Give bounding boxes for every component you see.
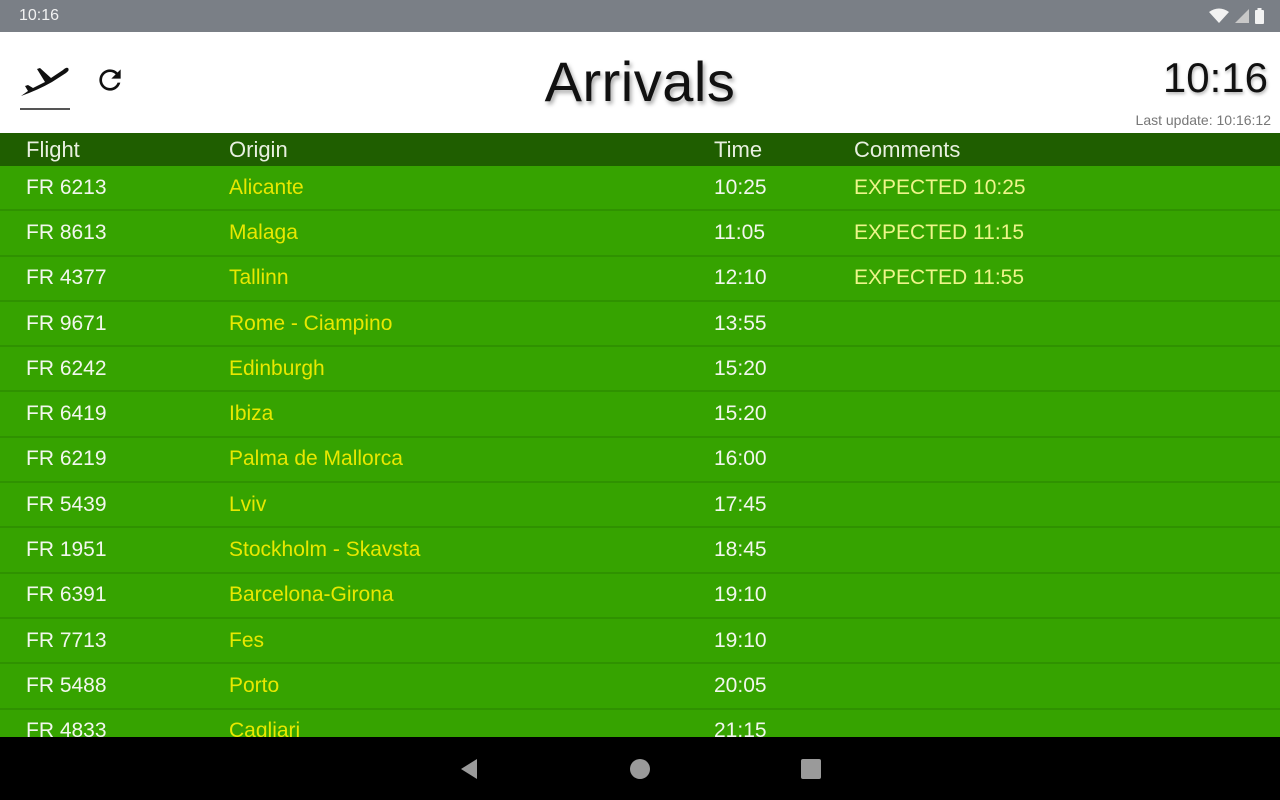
home-icon [630,758,650,779]
comments-cell: EXPECTED 11:15 [854,220,1025,244]
table-row[interactable]: FR 6391 Barcelona-Girona 19:10 [0,574,1280,619]
origin-cell: Palma de Mallorca [229,447,403,471]
column-header-comments: Comments [854,136,961,162]
time-cell: 20:05 [714,673,767,697]
flight-cell: FR 9671 [26,311,107,335]
back-button[interactable] [384,737,555,800]
table-row[interactable]: FR 6242 Edinburgh 15:20 [0,347,1280,393]
comments-cell: EXPECTED 10:25 [854,175,1026,199]
flight-cell: FR 4833 [26,719,107,737]
table-row[interactable]: FR 6213 Alicante 10:25 EXPECTED 10:25 [0,166,1280,212]
time-cell: 19:10 [714,583,767,607]
app-header: Arrivals 10:16 Last update: 10:16:12 [0,32,1280,133]
table-row[interactable]: FR 4377 Tallinn 12:10 EXPECTED 11:55 [0,257,1280,302]
recents-button[interactable] [726,737,897,800]
time-cell: 16:00 [714,447,767,471]
flight-cell: FR 6219 [26,447,107,471]
cell-signal-icon [1235,9,1249,23]
table-header: Flight Origin Time Comments [0,133,1280,166]
time-cell: 18:45 [714,538,767,562]
page-title: Arrivals [544,50,736,113]
flight-cell: FR 6242 [26,356,107,380]
navigation-bar [0,737,1280,800]
table-row[interactable]: FR 6219 Palma de Mallorca 16:00 [0,438,1280,484]
time-cell: 11:05 [714,220,765,244]
status-bar: 10:16 [0,0,1280,32]
table-row[interactable]: FR 7713 Fes 19:10 [0,619,1280,665]
flight-cell: FR 6213 [26,175,107,199]
clock: 10:16 [1162,54,1268,101]
column-header-time: Time [714,136,763,162]
time-cell: 21:15 [714,719,767,737]
flight-cell: FR 1951 [26,538,107,562]
table-row[interactable]: FR 9671 Rome - Ciampino 13:55 [0,302,1280,348]
arrivals-table[interactable]: Flight Origin Time Comments FR 6213 Alica… [0,133,1280,737]
flight-cell: FR 6391 [26,583,107,607]
origin-cell: Alicante [229,175,304,199]
flight-cell: FR 5488 [26,673,107,697]
recents-icon [801,758,821,779]
flight-cell: FR 4377 [26,266,107,290]
table-row[interactable]: FR 5439 Lviv 17:45 [0,483,1280,529]
origin-cell: Porto [229,673,280,697]
origin-cell: Tallinn [229,266,289,290]
origin-cell: Stockholm - Skavsta [229,538,421,562]
time-cell: 13:55 [714,311,767,335]
time-cell: 10:25 [714,175,767,199]
last-update: Last update: 10:16:12 [1135,112,1271,128]
origin-cell: Edinburgh [229,356,325,380]
origin-cell: Cagliari [229,719,301,737]
flight-cell: FR 7713 [26,628,107,652]
table-row[interactable]: FR 5488 Porto 20:05 [0,664,1280,710]
time-cell: 15:20 [714,356,767,380]
origin-cell: Barcelona-Girona [229,583,394,607]
flight-cell: FR 8613 [26,220,107,244]
wifi-icon [1209,8,1229,23]
flight-cell: FR 5439 [26,492,107,516]
table-row[interactable]: FR 1951 Stockholm - Skavsta 18:45 [0,528,1280,574]
table-row[interactable]: FR 4833 Cagliari 21:15 [0,710,1280,737]
time-cell: 17:45 [714,492,767,516]
home-button[interactable] [555,737,726,800]
time-cell: 12:10 [714,266,767,290]
origin-cell: Fes [229,628,265,652]
origin-cell: Lviv [229,492,267,516]
battery-icon [1255,8,1264,24]
origin-cell: Malaga [229,220,298,244]
flight-cell: FR 6419 [26,402,107,426]
back-icon [461,758,477,779]
comments-cell: EXPECTED 11:55 [854,266,1025,290]
table-row[interactable]: FR 8613 Malaga 11:05 EXPECTED 11:15 [0,211,1280,257]
time-cell: 19:10 [714,628,767,652]
column-header-flight: Flight [26,136,80,162]
status-icons [1209,8,1264,24]
origin-cell: Rome - Ciampino [229,311,393,335]
table-row[interactable]: FR 6419 Ibiza 15:20 [0,392,1280,438]
time-cell: 15:20 [714,402,767,426]
status-time: 10:16 [19,7,60,24]
column-header-origin: Origin [229,136,288,162]
origin-cell: Ibiza [229,402,274,426]
